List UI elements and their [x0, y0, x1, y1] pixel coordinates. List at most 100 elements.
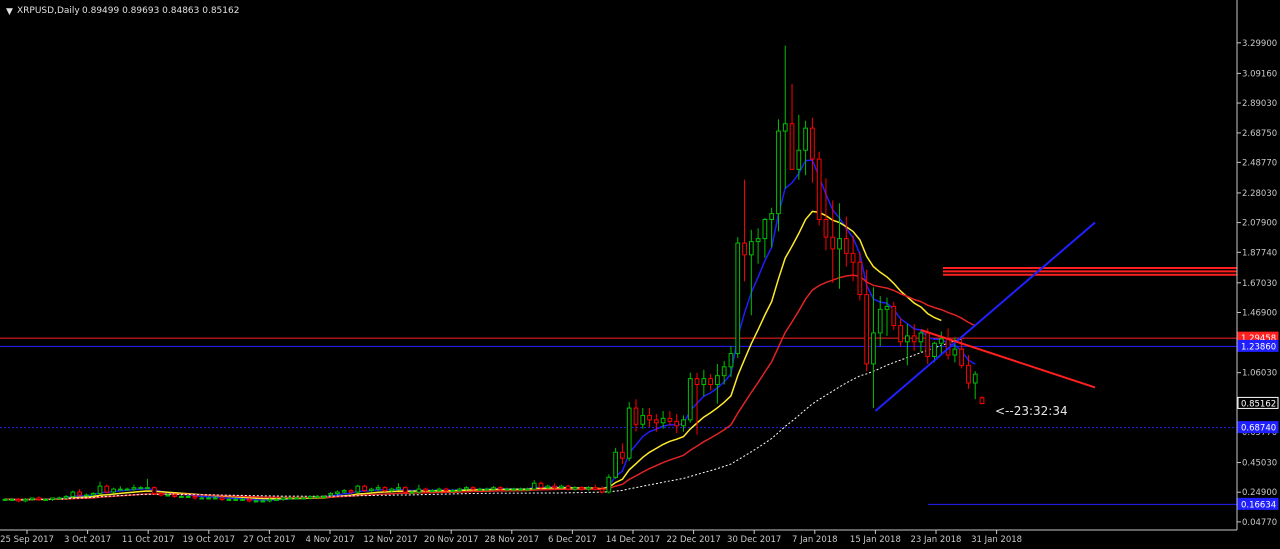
price-tick-label: 2.28030 [1242, 189, 1277, 199]
candle-body [721, 366, 727, 377]
candle-body [63, 495, 69, 499]
symbol-label: XRPUSD,Daily [17, 6, 80, 16]
candle-body [918, 332, 924, 343]
candle-body [755, 238, 761, 243]
candle-body [871, 332, 876, 365]
chart-header: ▼ XRPUSD,Daily 0.89499 0.89693 0.84863 0… [6, 6, 239, 17]
candle-body [280, 497, 286, 500]
candle-body [240, 498, 245, 501]
candle-body [124, 488, 130, 491]
candle-body [599, 488, 605, 493]
candle-body [185, 495, 191, 498]
candle-body [22, 498, 28, 502]
price-tick-label: 1.06030 [1242, 369, 1277, 379]
price-tick-label: 0.24900 [1242, 488, 1277, 498]
candle-body [226, 498, 232, 501]
candle-body [633, 407, 639, 425]
time-tick-label: 23 Jan 2018 [911, 535, 962, 545]
candle-body [762, 218, 768, 240]
candle-body [145, 487, 150, 490]
candle-body [497, 487, 503, 490]
price-tick-label: 2.89030 [1242, 99, 1277, 109]
candle-body [640, 414, 646, 425]
candle-body [620, 451, 625, 459]
candle-body [891, 305, 897, 327]
candle-body [966, 364, 971, 384]
candle-body [77, 491, 82, 496]
candle-body [701, 378, 707, 386]
candle-body [443, 488, 449, 492]
candle-body [341, 490, 347, 493]
candle-body [36, 497, 42, 500]
candle-body [50, 497, 55, 500]
candle-body [307, 495, 313, 499]
candle-body [653, 419, 659, 424]
candle-body [321, 495, 327, 498]
candle-body [457, 488, 462, 492]
candle-body [56, 497, 62, 500]
time-tick-label: 25 Sep 2017 [0, 535, 54, 545]
candle-body [375, 487, 381, 490]
candle-body [260, 500, 266, 503]
candle-body [857, 261, 863, 296]
candle-body [613, 451, 618, 478]
candle-body [436, 488, 442, 492]
price-tick-label: 0.04770 [1242, 518, 1277, 528]
candle-body [219, 497, 225, 500]
time-tick-label: 14 Dec 2017 [606, 535, 660, 545]
candle-body [179, 495, 184, 498]
candle-body [884, 305, 890, 310]
triangle-down-icon[interactable]: ▼ [6, 7, 13, 17]
candle-body [294, 497, 300, 500]
candle-body [335, 491, 340, 495]
candle-body [463, 487, 469, 490]
candle-body [104, 485, 110, 493]
candle-body [586, 487, 591, 490]
price-tick-label: 1.87740 [1242, 248, 1277, 258]
candle-body [212, 497, 218, 500]
price-tick-label: 0.45030 [1242, 459, 1277, 469]
candle-body [769, 213, 775, 220]
candle-body [972, 373, 978, 384]
candle-body [735, 242, 741, 355]
price-chart[interactable]: 3.29900 3.09160 2.89030 2.68750 2.48770 2.280… [0, 0, 1280, 549]
candle-body [850, 252, 856, 263]
candle-body [938, 338, 944, 344]
candle-body [450, 490, 456, 493]
candle-body [16, 498, 21, 502]
candle-body [328, 493, 334, 496]
candle-body [810, 127, 815, 160]
time-tick-label: 31 Jan 2018 [971, 535, 1022, 545]
price-tick-label: 2.68750 [1242, 129, 1277, 139]
candle-body [776, 130, 781, 215]
candle-body [314, 495, 320, 498]
candle-body [396, 487, 401, 490]
candle-body [348, 490, 354, 493]
candle-body [2, 498, 8, 501]
bar-countdown: <--23:32:34 [995, 404, 1068, 418]
time-tick-label: 4 Nov 2017 [305, 535, 354, 545]
time-tick-label: 22 Dec 2017 [666, 535, 720, 545]
candle-body [138, 487, 144, 490]
time-tick-label: 28 Nov 2017 [485, 535, 539, 545]
candle-body [715, 375, 720, 386]
candle-body [545, 485, 551, 489]
price-label: 0.68740 [1241, 424, 1276, 434]
price-tick-label: 3.29900 [1242, 39, 1277, 49]
candle-body [206, 497, 211, 500]
candle-body [29, 497, 35, 500]
price-tick-label: 1.67030 [1242, 279, 1277, 289]
candle-body [369, 488, 374, 492]
candle-body [477, 488, 483, 491]
candle-body [117, 488, 123, 491]
candle-body [470, 487, 476, 490]
candle-body [416, 488, 422, 493]
candle-body [362, 485, 367, 492]
candle-body [789, 123, 795, 170]
candle-body [952, 348, 958, 356]
candle-body [979, 397, 985, 405]
candle-body [647, 414, 652, 421]
price-tick-label: 3.09160 [1242, 69, 1277, 79]
candle-body [803, 127, 808, 151]
candle-body [151, 487, 157, 495]
